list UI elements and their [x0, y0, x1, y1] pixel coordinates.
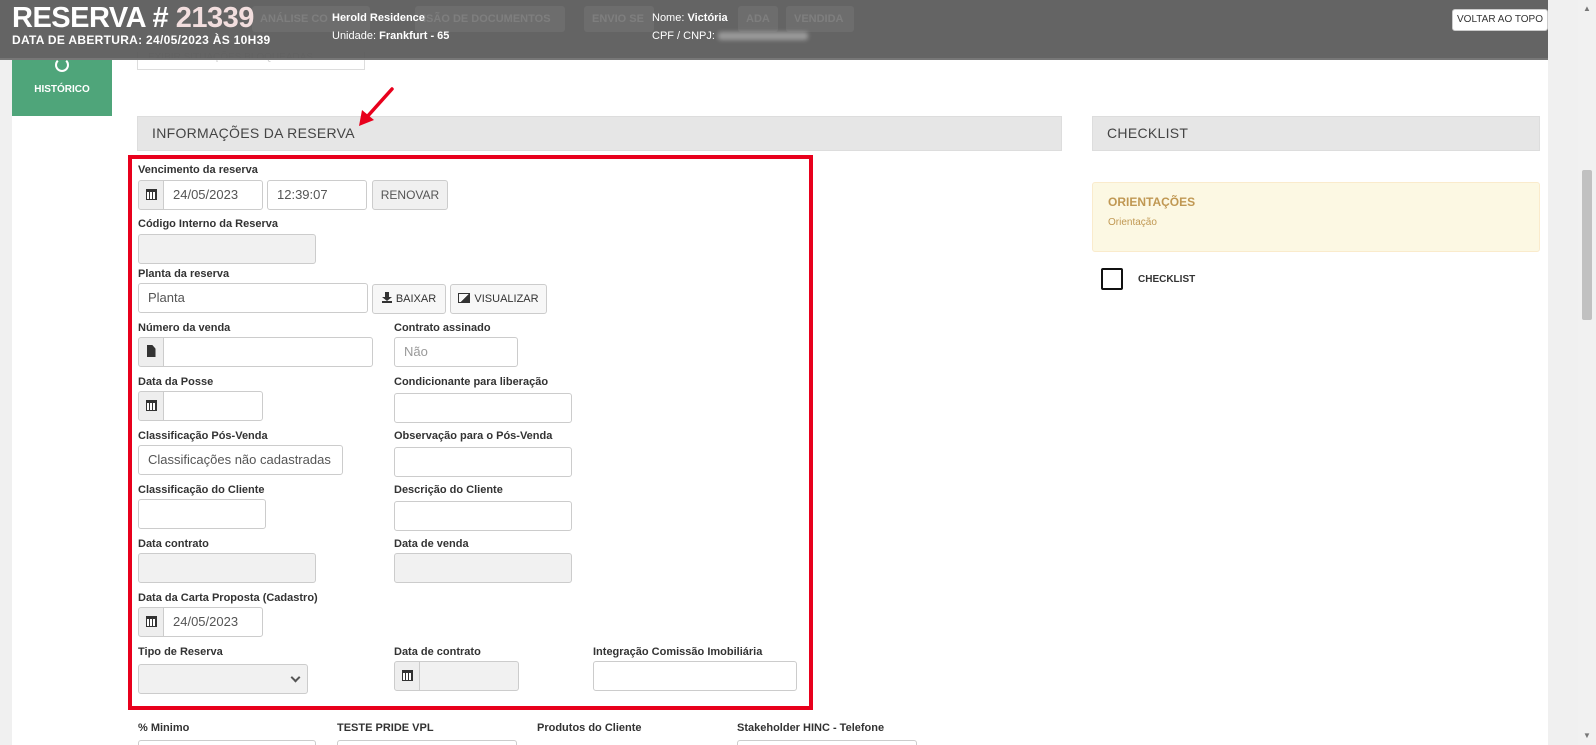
produtos-cliente-label: Produtos do Cliente — [537, 722, 642, 734]
carta-proposta-label: Data da Carta Proposta (Cadastro) — [138, 592, 318, 604]
page-scrollbar[interactable]: ▲ ▼ — [1578, 0, 1596, 745]
integracao-input[interactable] — [593, 661, 797, 691]
scroll-thumb[interactable] — [1582, 170, 1592, 320]
history-icon — [55, 58, 69, 72]
classif-cliente-input[interactable] — [138, 499, 266, 529]
obs-pos-venda-input[interactable] — [394, 447, 572, 477]
tipo-reserva-label: Tipo de Reserva — [138, 646, 223, 658]
calendar-icon[interactable] — [394, 661, 420, 691]
condicionante-input[interactable] — [394, 393, 572, 423]
condicionante-label: Condicionante para liberação — [394, 376, 549, 388]
minimo-input[interactable] — [138, 740, 316, 745]
classif-pos-venda-select[interactable]: Classificações não cadastradas — [138, 445, 343, 475]
codigo-interno-input[interactable] — [138, 234, 316, 264]
data-posse-label: Data da Posse — [138, 376, 214, 388]
redacted-document — [718, 32, 809, 41]
vencimento-time-input[interactable]: 12:39:07 — [267, 180, 367, 210]
contrato-assinado-label: Contrato assinado — [394, 322, 491, 334]
annotation-arrow-icon — [359, 87, 394, 126]
classif-cliente-label: Classificação do Cliente — [138, 484, 265, 496]
reservation-number: 21339 — [175, 2, 255, 34]
client-document: CPF / CNPJ: — [652, 30, 809, 42]
history-button[interactable]: HISTÓRICO — [12, 58, 112, 116]
numero-venda-label: Número da venda — [138, 322, 231, 334]
download-icon — [381, 292, 392, 303]
contrato-assinado-input[interactable]: Não — [394, 337, 518, 367]
data-venda-label: Data de venda — [394, 538, 469, 550]
teste-pride-label: TESTE PRIDE VPL — [337, 722, 434, 734]
status-tab-assinada[interactable]: ADA — [738, 6, 778, 32]
unidade-info: Unidade: Frankfurt - 65 — [332, 30, 450, 42]
client-name: Nome: Victória — [652, 12, 728, 24]
file-icon — [138, 337, 164, 367]
calendar-icon[interactable] — [138, 607, 164, 637]
data-de-contrato-input[interactable] — [419, 661, 519, 691]
descricao-cliente-input[interactable] — [394, 501, 572, 531]
reservation-info-header: INFORMAÇÕES DA RESERVA — [137, 116, 1062, 151]
checklist-item-label: CHECKLIST — [1138, 274, 1196, 285]
orientacoes-alert: ORIENTAÇÕES Orientação — [1092, 182, 1540, 252]
calendar-icon[interactable] — [138, 180, 164, 210]
data-posse-input[interactable] — [163, 391, 263, 421]
minimo-label: % Minimo — [138, 722, 190, 734]
reservation-header: ANÁLISE CO ISÃO DE DOCUMENTOS ENVIO SE A… — [0, 0, 1548, 60]
image-icon — [458, 293, 471, 303]
data-venda-input[interactable] — [394, 553, 572, 583]
scroll-up-arrow-icon[interactable]: ▲ — [1578, 2, 1596, 16]
calendar-icon[interactable] — [138, 391, 164, 421]
descricao-cliente-label: Descrição do Cliente — [394, 484, 503, 496]
chevron-down-icon — [290, 672, 301, 683]
scroll-down-arrow-icon[interactable]: ▼ — [1578, 729, 1596, 743]
orientacoes-title: ORIENTAÇÕES — [1108, 195, 1196, 209]
planta-label: Planta da reserva — [138, 268, 230, 280]
renovar-button[interactable]: RENOVAR — [372, 180, 448, 210]
reservation-title: RESERVA # 21339 — [12, 2, 254, 35]
vencimento-date-input[interactable]: 24/05/2023 — [163, 180, 263, 210]
stakeholder-input[interactable] — [737, 740, 917, 745]
stakeholder-label: Stakeholder HINC - Telefone — [737, 722, 885, 734]
carta-proposta-input[interactable]: 24/05/2023 — [163, 607, 263, 637]
vencimento-label: Vencimento da reserva — [138, 164, 258, 176]
checklist-checkbox[interactable] — [1101, 268, 1123, 290]
teste-pride-input[interactable] — [337, 740, 517, 745]
codigo-interno-label: Código Interno da Reserva — [138, 218, 278, 230]
integracao-label: Integração Comissão Imobiliária — [593, 646, 763, 658]
data-contrato-label: Data contrato — [138, 538, 209, 550]
back-to-top-button[interactable]: VOLTAR AO TOPO — [1452, 9, 1548, 31]
baixar-button[interactable]: BAIXAR — [372, 284, 446, 314]
empreendimento-name: Herold Residence — [332, 12, 425, 24]
visualizar-button[interactable]: VISUALIZAR — [450, 284, 547, 314]
reservation-prefix: RESERVA # — [12, 2, 169, 34]
data-de-contrato-label: Data de contrato — [394, 646, 481, 658]
opening-date: DATA DE ABERTURA: 24/05/2023 ÀS 10H39 — [12, 33, 271, 47]
status-tab-documentos[interactable]: ISÃO DE DOCUMENTOS — [415, 6, 565, 32]
status-tab-vendida[interactable]: VENDIDA — [786, 6, 854, 32]
classif-pos-venda-label: Classificação Pós-Venda — [138, 430, 268, 442]
status-tab-envio[interactable]: ENVIO SE — [584, 6, 654, 32]
planta-input[interactable]: Planta — [138, 283, 368, 313]
history-label: HISTÓRICO — [34, 84, 90, 95]
orientacoes-text: Orientação — [1108, 217, 1157, 228]
data-contrato-input[interactable] — [138, 553, 316, 583]
numero-venda-input[interactable] — [163, 337, 373, 367]
tipo-reserva-select[interactable] — [138, 664, 308, 694]
checklist-header: CHECKLIST — [1092, 116, 1540, 151]
left-gutter — [0, 0, 12, 745]
obs-pos-venda-label: Observação para o Pós-Venda — [394, 430, 553, 442]
